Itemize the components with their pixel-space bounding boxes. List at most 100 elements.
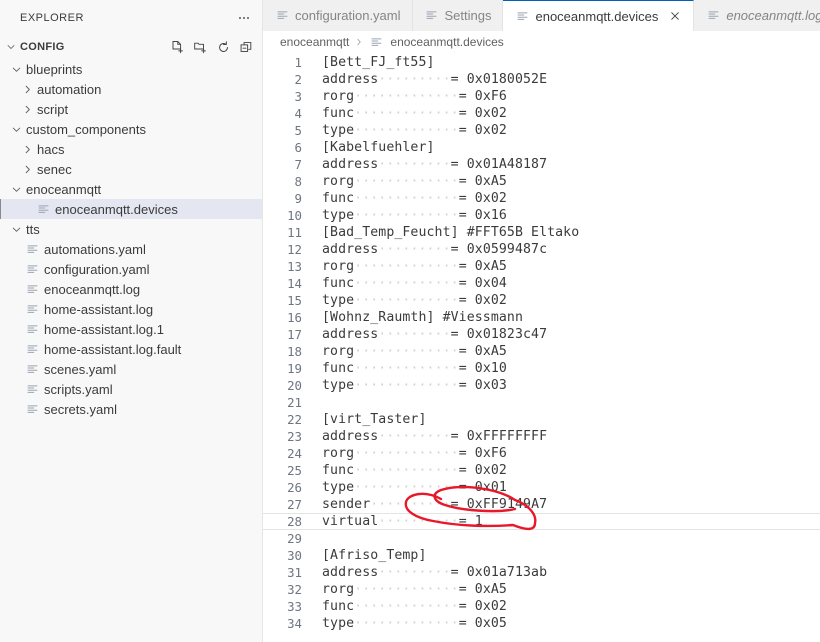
code-key: rorg [322,344,354,359]
breadcrumb-folder[interactable]: enoceanmqtt [280,35,349,49]
code-equals: = [459,514,475,529]
line-number: 34 [263,616,302,631]
code-line[interactable]: 14func·············= 0x04 [263,275,820,292]
file-icon [24,403,40,416]
editor-tabbar[interactable]: configuration.yamlSettings enoceanmqtt.de… [263,0,820,31]
tree-item-home-assistant-log-1[interactable]: home-assistant.log.1 [0,319,262,339]
tree-item-automation[interactable]: automation [0,79,262,99]
tree-item-home-assistant-log[interactable]: home-assistant.log [0,299,262,319]
code-line[interactable]: 26type·············= 0x01 [263,479,820,496]
code-value: 0x0180052E [467,72,547,87]
tree-item-blueprints[interactable]: blueprints [0,59,262,79]
code-line[interactable]: 8rorg·············= 0xA5 [263,173,820,190]
chevron-down-icon[interactable] [8,63,24,76]
code-value: 0x02 [475,463,507,478]
whitespace-dots: ········· [378,327,450,342]
tree-item-script[interactable]: script [0,99,262,119]
code-line-text: [Wohnz_Raumth] #Viessmann [302,310,523,325]
code-equals: = [459,276,475,291]
chevron-right-icon[interactable] [19,143,35,156]
new-folder-icon[interactable] [190,37,210,57]
tree-item-configuration-yaml[interactable]: configuration.yaml [0,259,262,279]
tree-item-label: enoceanmqtt [24,182,101,197]
tab-enoceanmqtt-log[interactable]: enoceanmqtt.log [694,0,820,31]
chevron-right-icon[interactable] [19,83,35,96]
breadcrumb-file[interactable]: enoceanmqtt.devices [390,35,503,49]
tree-item-scenes-yaml[interactable]: scenes.yaml [0,359,262,379]
chevron-down-icon[interactable] [8,223,24,236]
tree-item-senec[interactable]: senec [0,159,262,179]
code-line[interactable]: 23address·········= 0xFFFFFFFF [263,428,820,445]
collapse-all-icon[interactable] [236,37,256,57]
tab-enoceanmqtt-devices[interactable]: enoceanmqtt.devices [503,0,694,31]
code-line-text: rorg·············= 0xA5 [302,174,507,189]
code-line[interactable]: 7address·········= 0x01A48187 [263,156,820,173]
chevron-right-icon[interactable] [19,103,35,116]
code-line[interactable]: 34type·············= 0x05 [263,615,820,632]
code-value: 0xFF9149A7 [467,497,547,512]
code-line[interactable]: 30[Afriso_Temp] [263,547,820,564]
tree-item-secrets-yaml[interactable]: secrets.yaml [0,399,262,419]
tab-label: enoceanmqtt.devices [535,9,658,24]
tree-item-scripts-yaml[interactable]: scripts.yaml [0,379,262,399]
code-equals: = [459,259,475,274]
explorer-section-config[interactable]: CONFIG [0,35,262,59]
code-line[interactable]: 3rorg·············= 0xF6 [263,88,820,105]
code-line[interactable]: 5type·············= 0x02 [263,122,820,139]
file-icon [424,9,440,22]
code-line[interactable]: 9func·············= 0x02 [263,190,820,207]
tree-item-home-assistant-log-fault[interactable]: home-assistant.log.fault [0,339,262,359]
code-line[interactable]: 11[Bad_Temp_Feucht] #FFT65B Eltako [263,224,820,241]
tree-item-custom-components[interactable]: custom_components [0,119,262,139]
tree-item-enoceanmqtt-log[interactable]: enoceanmqtt.log [0,279,262,299]
code-line[interactable]: 19func·············= 0x10 [263,360,820,377]
chevron-right-icon[interactable] [19,163,35,176]
line-number: 18 [263,344,302,359]
code-line[interactable]: 2address·········= 0x0180052E [263,71,820,88]
tree-item-enoceanmqtt[interactable]: enoceanmqtt [0,179,262,199]
code-line[interactable]: 12address·········= 0x0599487c [263,241,820,258]
code-line[interactable]: 28virtual··········= 1 [263,513,820,530]
refresh-icon[interactable] [213,37,233,57]
ellipsis-icon[interactable] [234,8,254,28]
code-line[interactable]: 15type·············= 0x02 [263,292,820,309]
code-line[interactable]: 24rorg·············= 0xF6 [263,445,820,462]
code-line[interactable]: 33func·············= 0x02 [263,598,820,615]
tree-item-label: script [35,102,68,117]
code-value: 0x01 [475,480,507,495]
code-line[interactable]: 10type·············= 0x16 [263,207,820,224]
new-file-icon[interactable] [167,37,187,57]
code-editor[interactable]: 1[Bett_FJ_ft55]2address·········= 0x0180… [263,53,820,642]
code-line[interactable]: 16[Wohnz_Raumth] #Viessmann [263,309,820,326]
close-icon[interactable] [668,9,682,23]
code-line[interactable]: 32rorg·············= 0xA5 [263,581,820,598]
code-line[interactable]: 25func·············= 0x02 [263,462,820,479]
line-number: 15 [263,293,302,308]
code-line[interactable]: 6[Kabelfuehler] [263,139,820,156]
chevron-down-icon[interactable] [8,123,24,136]
tree-item-hacs[interactable]: hacs [0,139,262,159]
code-line[interactable]: 27sender··········= 0xFF9149A7 [263,496,820,513]
code-equals: = [459,361,475,376]
line-number: 29 [263,531,302,546]
code-line[interactable]: 22[virt_Taster] [263,411,820,428]
code-line[interactable]: 18rorg·············= 0xA5 [263,343,820,360]
code-line[interactable]: 1[Bett_FJ_ft55] [263,54,820,71]
tree-item-enoceanmqtt-devices[interactable]: enoceanmqtt.devices [0,199,262,219]
tree-item-tts[interactable]: tts [0,219,262,239]
tree-item-automations-yaml[interactable]: automations.yaml [0,239,262,259]
code-line[interactable]: 21 [263,394,820,411]
code-line[interactable]: 4func·············= 0x02 [263,105,820,122]
code-line[interactable]: 31address·········= 0x01a713ab [263,564,820,581]
breadcrumb[interactable]: enoceanmqtt enoceanmqtt.devices [263,31,820,53]
code-line[interactable]: 17address·········= 0x01823c47 [263,326,820,343]
code-line[interactable]: 29 [263,530,820,547]
tab-settings[interactable]: Settings [413,0,504,31]
code-key: address [322,429,378,444]
chevron-down-icon[interactable] [8,183,24,196]
file-tree[interactable]: blueprintsautomation script custom_compone… [0,59,262,642]
code-line-text: address·········= 0x0599487c [302,242,547,257]
tab-configuration-yaml[interactable]: configuration.yaml [263,0,413,31]
code-line[interactable]: 20type·············= 0x03 [263,377,820,394]
code-line[interactable]: 13rorg·············= 0xA5 [263,258,820,275]
